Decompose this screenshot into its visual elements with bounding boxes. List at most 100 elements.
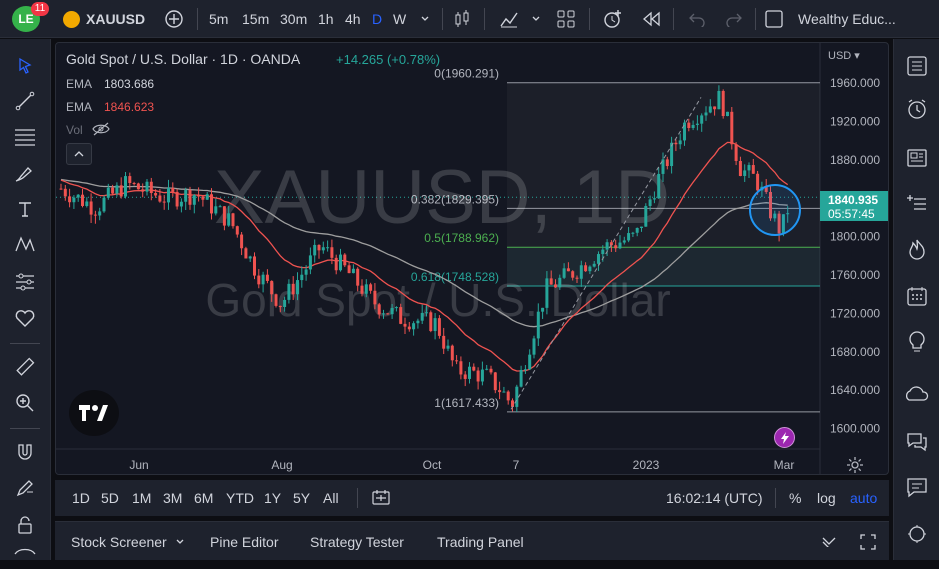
- price-change: +14.265 (+0.78%): [336, 52, 441, 67]
- alarm-clock-icon[interactable]: [902, 94, 932, 124]
- undo-icon[interactable]: [686, 0, 708, 38]
- range-1m[interactable]: 1M: [132, 480, 151, 516]
- goto-date-icon[interactable]: [372, 480, 390, 516]
- range-all[interactable]: All: [323, 480, 339, 516]
- range-1d[interactable]: 1D: [72, 480, 90, 516]
- tab-trading-panel[interactable]: Trading Panel: [437, 522, 524, 561]
- currency-selector[interactable]: USD ▾: [828, 49, 860, 62]
- range-5y[interactable]: 5Y: [293, 480, 310, 516]
- lightbulb-icon[interactable]: [902, 327, 932, 357]
- layout-grid-icon[interactable]: [555, 0, 577, 38]
- candle-body: [622, 240, 626, 243]
- chart-title[interactable]: Gold Spot / U.S. Dollar · 1D · OANDA: [66, 51, 300, 67]
- indicators-dropdown-icon[interactable]: [529, 0, 543, 38]
- candle-body: [627, 233, 631, 241]
- candle-body: [386, 313, 390, 315]
- fib-level-label: 0(1960.291): [434, 67, 499, 81]
- lightning-icon[interactable]: [774, 427, 795, 448]
- candle-body: [747, 165, 751, 171]
- auto-toggle[interactable]: auto: [850, 480, 877, 516]
- help-icon[interactable]: [902, 519, 932, 549]
- interval-1h[interactable]: 1h: [318, 0, 334, 38]
- candle-body: [214, 206, 218, 214]
- range-5d[interactable]: 5D: [101, 480, 119, 516]
- range-ytd[interactable]: YTD: [226, 480, 254, 516]
- magnet-icon[interactable]: [10, 437, 40, 467]
- log-toggle[interactable]: log: [817, 480, 836, 516]
- candle-body: [584, 265, 588, 272]
- range-6m[interactable]: 6M: [194, 480, 213, 516]
- interval-d[interactable]: D: [372, 0, 382, 38]
- tradingview-logo[interactable]: [69, 390, 119, 436]
- layout-checkbox-icon[interactable]: [763, 0, 785, 38]
- candle-body: [356, 268, 360, 286]
- news-icon[interactable]: [902, 143, 932, 173]
- candle-body: [167, 187, 170, 203]
- candle-body: [472, 366, 476, 371]
- chat-icon[interactable]: [902, 427, 932, 457]
- flame-icon[interactable]: [902, 234, 932, 264]
- currency-label: USD: [828, 50, 852, 62]
- workspace-name[interactable]: Wealthy Educ...: [798, 0, 896, 38]
- candles-icon[interactable]: [451, 0, 473, 38]
- bar-countdown: 05:57:45: [828, 207, 875, 221]
- watchlist-icon[interactable]: [902, 51, 932, 81]
- zoom-in-icon[interactable]: [10, 388, 40, 418]
- eye-icon[interactable]: [10, 539, 40, 569]
- interval-30m[interactable]: 30m: [280, 0, 307, 38]
- redo-icon[interactable]: [723, 0, 745, 38]
- candle-body: [308, 255, 312, 270]
- collapse-legend-icon[interactable]: [66, 143, 92, 165]
- chart-settings-gear-icon[interactable]: [846, 456, 864, 474]
- alert-clock-icon[interactable]: [601, 0, 625, 38]
- candle-body: [442, 335, 446, 349]
- interval-4h[interactable]: 4h: [345, 0, 361, 38]
- tab-stock-screener[interactable]: Stock Screener: [71, 522, 167, 561]
- replay-icon[interactable]: [640, 0, 662, 38]
- pattern-tool-icon[interactable]: [10, 229, 40, 259]
- add-list-icon[interactable]: [902, 189, 932, 219]
- candle-body: [141, 189, 145, 192]
- calendar-icon[interactable]: [902, 281, 932, 311]
- hidden-eye-icon[interactable]: [92, 122, 110, 136]
- chart-pane[interactable]: 0(1960.291) 0.382(1829.395) 0.5(1788.962) 0…: [55, 42, 889, 475]
- pencil-lock-icon[interactable]: [10, 473, 40, 503]
- compare-add-icon[interactable]: [162, 0, 186, 38]
- lock-icon[interactable]: [10, 510, 40, 540]
- interval-5m[interactable]: 5m: [209, 0, 228, 38]
- percent-toggle[interactable]: %: [789, 480, 801, 516]
- fib-retracement-icon[interactable]: [10, 122, 40, 152]
- heart-icon[interactable]: [10, 303, 40, 333]
- candle-body: [519, 370, 523, 387]
- tab-strategy-tester[interactable]: Strategy Tester: [310, 522, 404, 561]
- trend-line-icon[interactable]: [10, 86, 40, 116]
- utc-clock[interactable]: 16:02:14 (UTC): [666, 480, 762, 516]
- interval-w[interactable]: W: [393, 0, 406, 38]
- cursor-icon[interactable]: [10, 51, 40, 81]
- interval-15m[interactable]: 15m: [242, 0, 269, 38]
- interval-dropdown-icon[interactable]: [418, 0, 432, 38]
- candle-body: [738, 160, 742, 176]
- maximize-panel-icon[interactable]: [860, 522, 876, 561]
- forecast-tool-icon[interactable]: [10, 267, 40, 297]
- candle-body: [162, 201, 166, 203]
- candle-body: [304, 269, 308, 275]
- volume-label[interactable]: Vol: [66, 123, 83, 137]
- ema1-label[interactable]: EMA: [66, 77, 92, 91]
- messages-icon[interactable]: [902, 472, 932, 502]
- data-window-icon[interactable]: [902, 381, 932, 411]
- symbol-search[interactable]: XAUUSD: [86, 0, 145, 38]
- ruler-icon[interactable]: [10, 352, 40, 382]
- brush-icon[interactable]: [10, 159, 40, 189]
- tab-pine-editor[interactable]: Pine Editor: [210, 522, 278, 561]
- range-1y[interactable]: 1Y: [264, 480, 281, 516]
- text-tool-icon[interactable]: [10, 194, 40, 224]
- indicators-icon[interactable]: [498, 0, 520, 38]
- range-3m[interactable]: 3M: [163, 480, 182, 516]
- candle-body: [124, 176, 127, 197]
- screener-dropdown-icon[interactable]: [175, 522, 185, 561]
- ema2-label[interactable]: EMA: [66, 100, 92, 114]
- price-chart[interactable]: 0(1960.291)0.382(1829.395)0.5(1788.962)0…: [56, 43, 889, 475]
- collapse-panel-icon[interactable]: [822, 522, 836, 561]
- candle-body: [93, 214, 97, 216]
